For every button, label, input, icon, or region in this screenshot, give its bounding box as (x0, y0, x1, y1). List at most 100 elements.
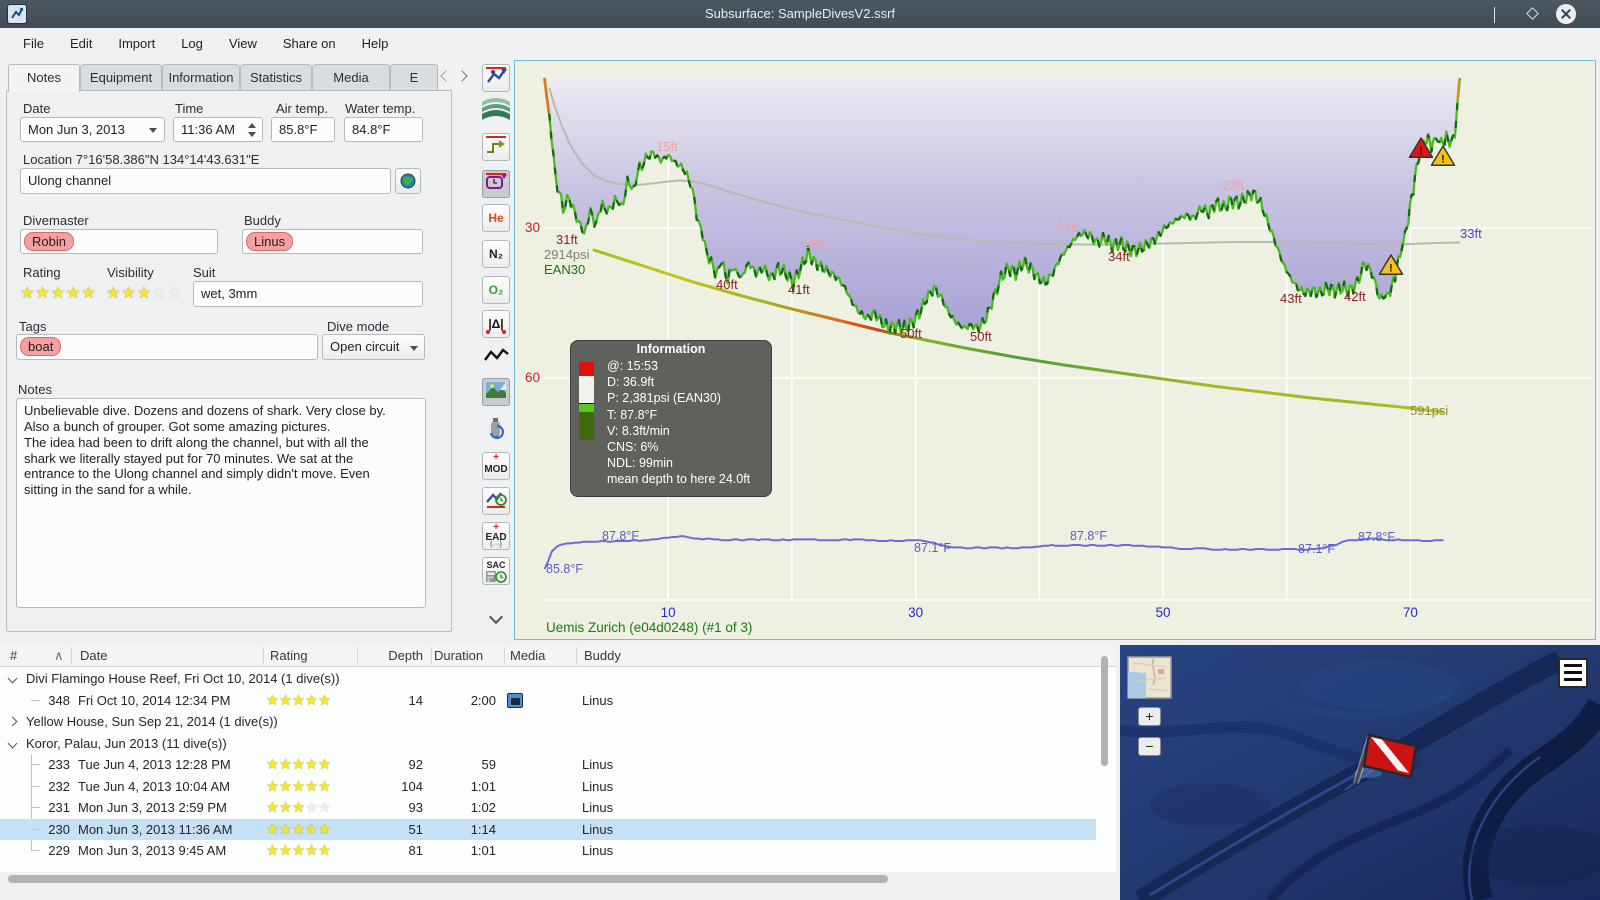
date-combobox[interactable]: Mon Jun 3, 2013 (20, 117, 165, 142)
suit-input[interactable]: wet, 3mm (193, 281, 423, 307)
col-buddy[interactable]: Buddy (584, 645, 621, 667)
menu-file[interactable]: File (10, 36, 57, 51)
dive-mode-label: Dive mode (327, 319, 390, 334)
col-depth[interactable]: Depth (357, 645, 423, 667)
location-globe-button[interactable] (395, 168, 421, 194)
divemaster-tag[interactable]: Robin (24, 232, 74, 251)
toolbar-tank-bar-button[interactable] (482, 416, 510, 444)
col-rating[interactable]: Rating (270, 645, 308, 667)
trip-title: Divi Flamingo House Reef, Fri Oct 10, 20… (26, 671, 340, 686)
tooltip-cns: CNS: 6% (607, 440, 659, 455)
dive-duration: 59 (481, 757, 496, 772)
svg-text:50: 50 (1155, 605, 1170, 620)
dive-row-selected[interactable]: 230 Mon Jun 3, 2013 11:36 AM ★★★★★ 51 1:… (0, 818, 1096, 840)
dive-row[interactable]: 231 Mon Jun 3, 2013 2:59 PM ★★★★★ 93 1:0… (0, 797, 1096, 819)
dive-date: Tue Jun 4, 2013 12:28 PM (78, 757, 231, 772)
close-button[interactable] (1556, 4, 1576, 24)
dive-mode-select[interactable]: Open circuit (322, 334, 425, 360)
col-duration[interactable]: Duration (434, 645, 483, 667)
tab-scroll-left-icon[interactable] (440, 70, 452, 82)
tab-information[interactable]: Information (162, 64, 240, 91)
toolbar-ndl-button[interactable] (482, 487, 510, 515)
location-input[interactable]: Ulong channel (20, 168, 391, 194)
trip-row[interactable]: Divi Flamingo House Reef, Fri Oct 10, 20… (0, 668, 1096, 690)
toolbar-sac-button[interactable]: SAC (482, 557, 510, 585)
dive-number: 348 (48, 692, 70, 708)
dive-row[interactable]: 229 Mon Jun 3, 2013 9:45 AM ★★★★★ 81 1:0… (0, 840, 1096, 862)
buddy-tag[interactable]: Linus (246, 232, 294, 251)
maximize-button[interactable] (1525, 7, 1540, 22)
visibility-stars[interactable]: ★★★★★ (106, 283, 183, 303)
horizontal-scrollbar[interactable] (0, 872, 1116, 886)
minimize-button[interactable] (1494, 7, 1509, 23)
tab-media[interactable]: Media (312, 64, 390, 91)
tab-notes[interactable]: Notes (8, 64, 80, 92)
map-menu-button[interactable] (1558, 658, 1588, 688)
toolbar-ead-button[interactable]: + EAD (···) (482, 522, 510, 550)
toolbar-toggle-time-info-button[interactable] (482, 170, 510, 198)
dive-list-header[interactable]: # ∧ Date Rating Depth Duration Media Bud… (0, 645, 1116, 667)
toolbar-show-photos-button[interactable] (482, 378, 510, 406)
toolbar-mod-button[interactable]: + MOD (482, 452, 510, 480)
toolbar-he-graph-button[interactable]: He (482, 204, 510, 232)
tab-equipment[interactable]: Equipment (80, 64, 162, 91)
buddy-input[interactable]: Linus (242, 229, 423, 254)
menu-view[interactable]: View (216, 36, 270, 51)
media-photo-icon[interactable] (507, 692, 523, 708)
col-date[interactable]: Date (80, 645, 107, 667)
toolbar-setpoint-button[interactable] (482, 133, 510, 161)
col-number[interactable]: # (10, 645, 17, 667)
notes-textarea[interactable]: Unbelievable dive. Dozens and dozens of … (16, 398, 426, 608)
tab-scroll-right-icon[interactable] (456, 70, 468, 82)
suit-label: Suit (193, 265, 216, 280)
sort-ascending-icon[interactable]: ∧ (54, 645, 64, 667)
scrollbar-thumb[interactable] (8, 875, 888, 883)
dive-row[interactable]: 348 Fri Oct 10, 2014 12:34 PM ★★★★★ 14 2… (0, 690, 1096, 712)
suit-value: wet, 3mm (201, 286, 258, 301)
vertical-scrollbar[interactable] (1101, 650, 1109, 865)
svg-text:50ft: 50ft (900, 326, 922, 341)
menu-edit[interactable]: Edit (57, 36, 105, 51)
spin-down-icon[interactable] (248, 132, 256, 137)
expand-icon[interactable] (7, 738, 18, 748)
tab-extra-info[interactable]: E (390, 64, 438, 91)
trip-row[interactable]: Yellow House, Sun Sep 21, 2014 (1 dive(s… (0, 711, 1096, 733)
toolbar-collapse-button[interactable] (482, 609, 510, 630)
expand-icon[interactable] (7, 673, 18, 684)
splitter[interactable] (1116, 645, 1120, 900)
scrollbar-thumb[interactable] (1101, 656, 1108, 766)
divemaster-input[interactable]: Robin (20, 229, 218, 254)
col-media[interactable]: Media (510, 645, 545, 667)
toolbar-heart-rate-button[interactable] (482, 344, 510, 372)
menu-import[interactable]: Import (105, 36, 168, 51)
dive-rating-stars: ★★★★★ (266, 692, 331, 709)
dive-date: Mon Jun 3, 2013 11:36 AM (78, 821, 233, 837)
dive-date: Tue Jun 4, 2013 10:04 AM (78, 778, 231, 794)
toolbar-dc-ceiling-button[interactable] (482, 64, 510, 92)
tab-statistics[interactable]: Statistics (240, 64, 312, 91)
tags-input[interactable]: boat (16, 334, 318, 360)
menu-share-on[interactable]: Share on (270, 36, 349, 51)
map-overview-thumbnail[interactable] (1127, 656, 1172, 699)
menu-help[interactable]: Help (349, 36, 402, 51)
rating-stars[interactable]: ★★★★★ (20, 283, 97, 303)
dive-date: Mon Jun 3, 2013 9:45 AM (78, 843, 227, 858)
menu-log[interactable]: Log (168, 36, 216, 51)
water-temp-field[interactable]: 84.8°F (344, 117, 423, 142)
collapse-icon[interactable] (7, 716, 18, 727)
trip-row[interactable]: Koror, Palau, Jun 2013 (11 dive(s)) (0, 733, 1096, 755)
map-zoom-out-button[interactable]: − (1138, 737, 1161, 756)
dive-row[interactable]: 233 Tue Jun 4, 2013 12:28 PM ★★★★★ 92 59… (0, 754, 1096, 776)
dive-duration: 2:00 (470, 692, 496, 708)
map-zoom-in-button[interactable]: + (1138, 707, 1161, 726)
toolbar-o2-graph-button[interactable]: O₂ (482, 276, 510, 304)
air-temp-field[interactable]: 85.8°F (271, 117, 335, 142)
spin-up-icon[interactable] (248, 123, 256, 128)
dive-site-map[interactable]: + − (1120, 645, 1600, 900)
tag-boat[interactable]: boat (20, 337, 62, 356)
toolbar-ruler-button[interactable]: |Δ| (482, 310, 510, 338)
toolbar-n2-graph-button[interactable]: N₂ (482, 240, 510, 268)
toolbar-calculated-ceiling-button[interactable] (482, 96, 510, 124)
dive-row[interactable]: 232 Tue Jun 4, 2013 10:04 AM ★★★★★ 104 1… (0, 776, 1096, 798)
time-spinner[interactable]: 11:36 AM (173, 117, 263, 142)
